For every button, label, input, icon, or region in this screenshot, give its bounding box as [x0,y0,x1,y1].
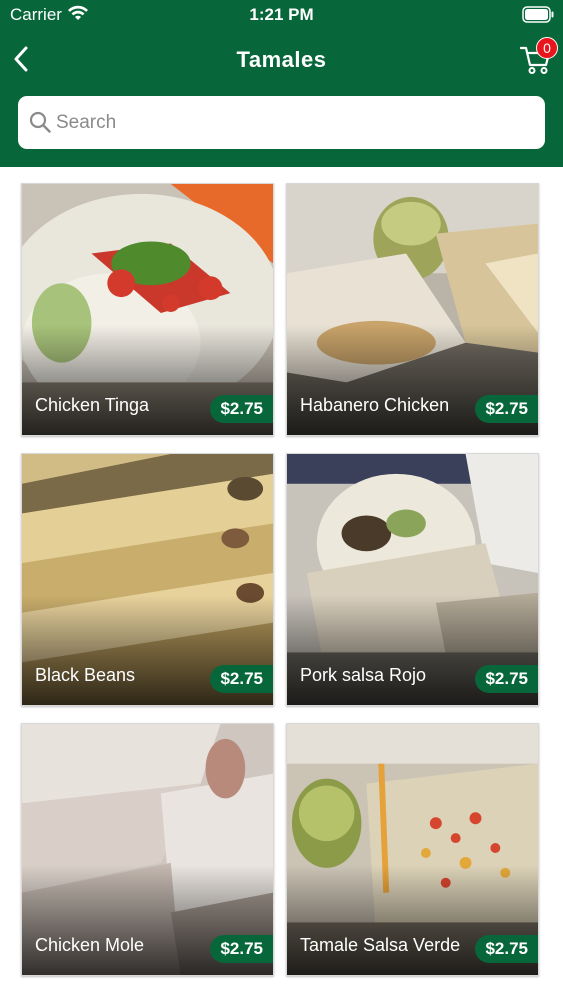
product-card[interactable]: Tamale Salsa Verde $2.75 [286,723,539,976]
product-card[interactable]: Habanero Chicken $2.75 [286,183,539,436]
page-title: Tamales [236,47,327,72]
product-card[interactable]: Chicken Mole $2.75 [21,723,274,976]
price-badge: $2.75 [210,665,273,693]
product-name: Habanero Chicken [300,395,450,415]
product-card[interactable]: Black Beans $2.75 [21,453,274,706]
chevron-left-icon [14,46,28,72]
price-badge: $2.75 [210,395,273,423]
price-badge: $2.75 [210,935,273,963]
search-icon [29,111,51,133]
cart-count-badge: 0 [536,37,558,59]
product-name: Black Beans [35,665,136,685]
price-badge: $2.75 [475,935,538,963]
price-badge: $2.75 [475,665,538,693]
search-input[interactable] [56,104,536,141]
product-name: Tamale Salsa Verde [300,935,461,955]
battery-icon [522,6,554,23]
header: Carrier 1:21 PM Tamales 0 [0,0,563,167]
product-name: Pork salsa Rojo [300,665,427,685]
cart-button[interactable]: 0 [514,35,560,81]
product-grid: Chicken Tinga $2.75 Habanero Chicken $2.… [21,183,541,976]
product-card[interactable]: Chicken Tinga $2.75 [21,183,274,436]
status-bar: Carrier 1:21 PM [0,0,563,30]
product-name: Chicken Mole [35,935,145,955]
navigation-bar: Tamales 0 [0,35,563,87]
status-time: 1:21 PM [249,5,314,24]
product-name: Chicken Tinga [35,395,150,415]
search-bar[interactable] [18,96,545,149]
back-button[interactable] [6,41,36,77]
product-card[interactable]: Pork salsa Rojo $2.75 [286,453,539,706]
price-badge: $2.75 [475,395,538,423]
